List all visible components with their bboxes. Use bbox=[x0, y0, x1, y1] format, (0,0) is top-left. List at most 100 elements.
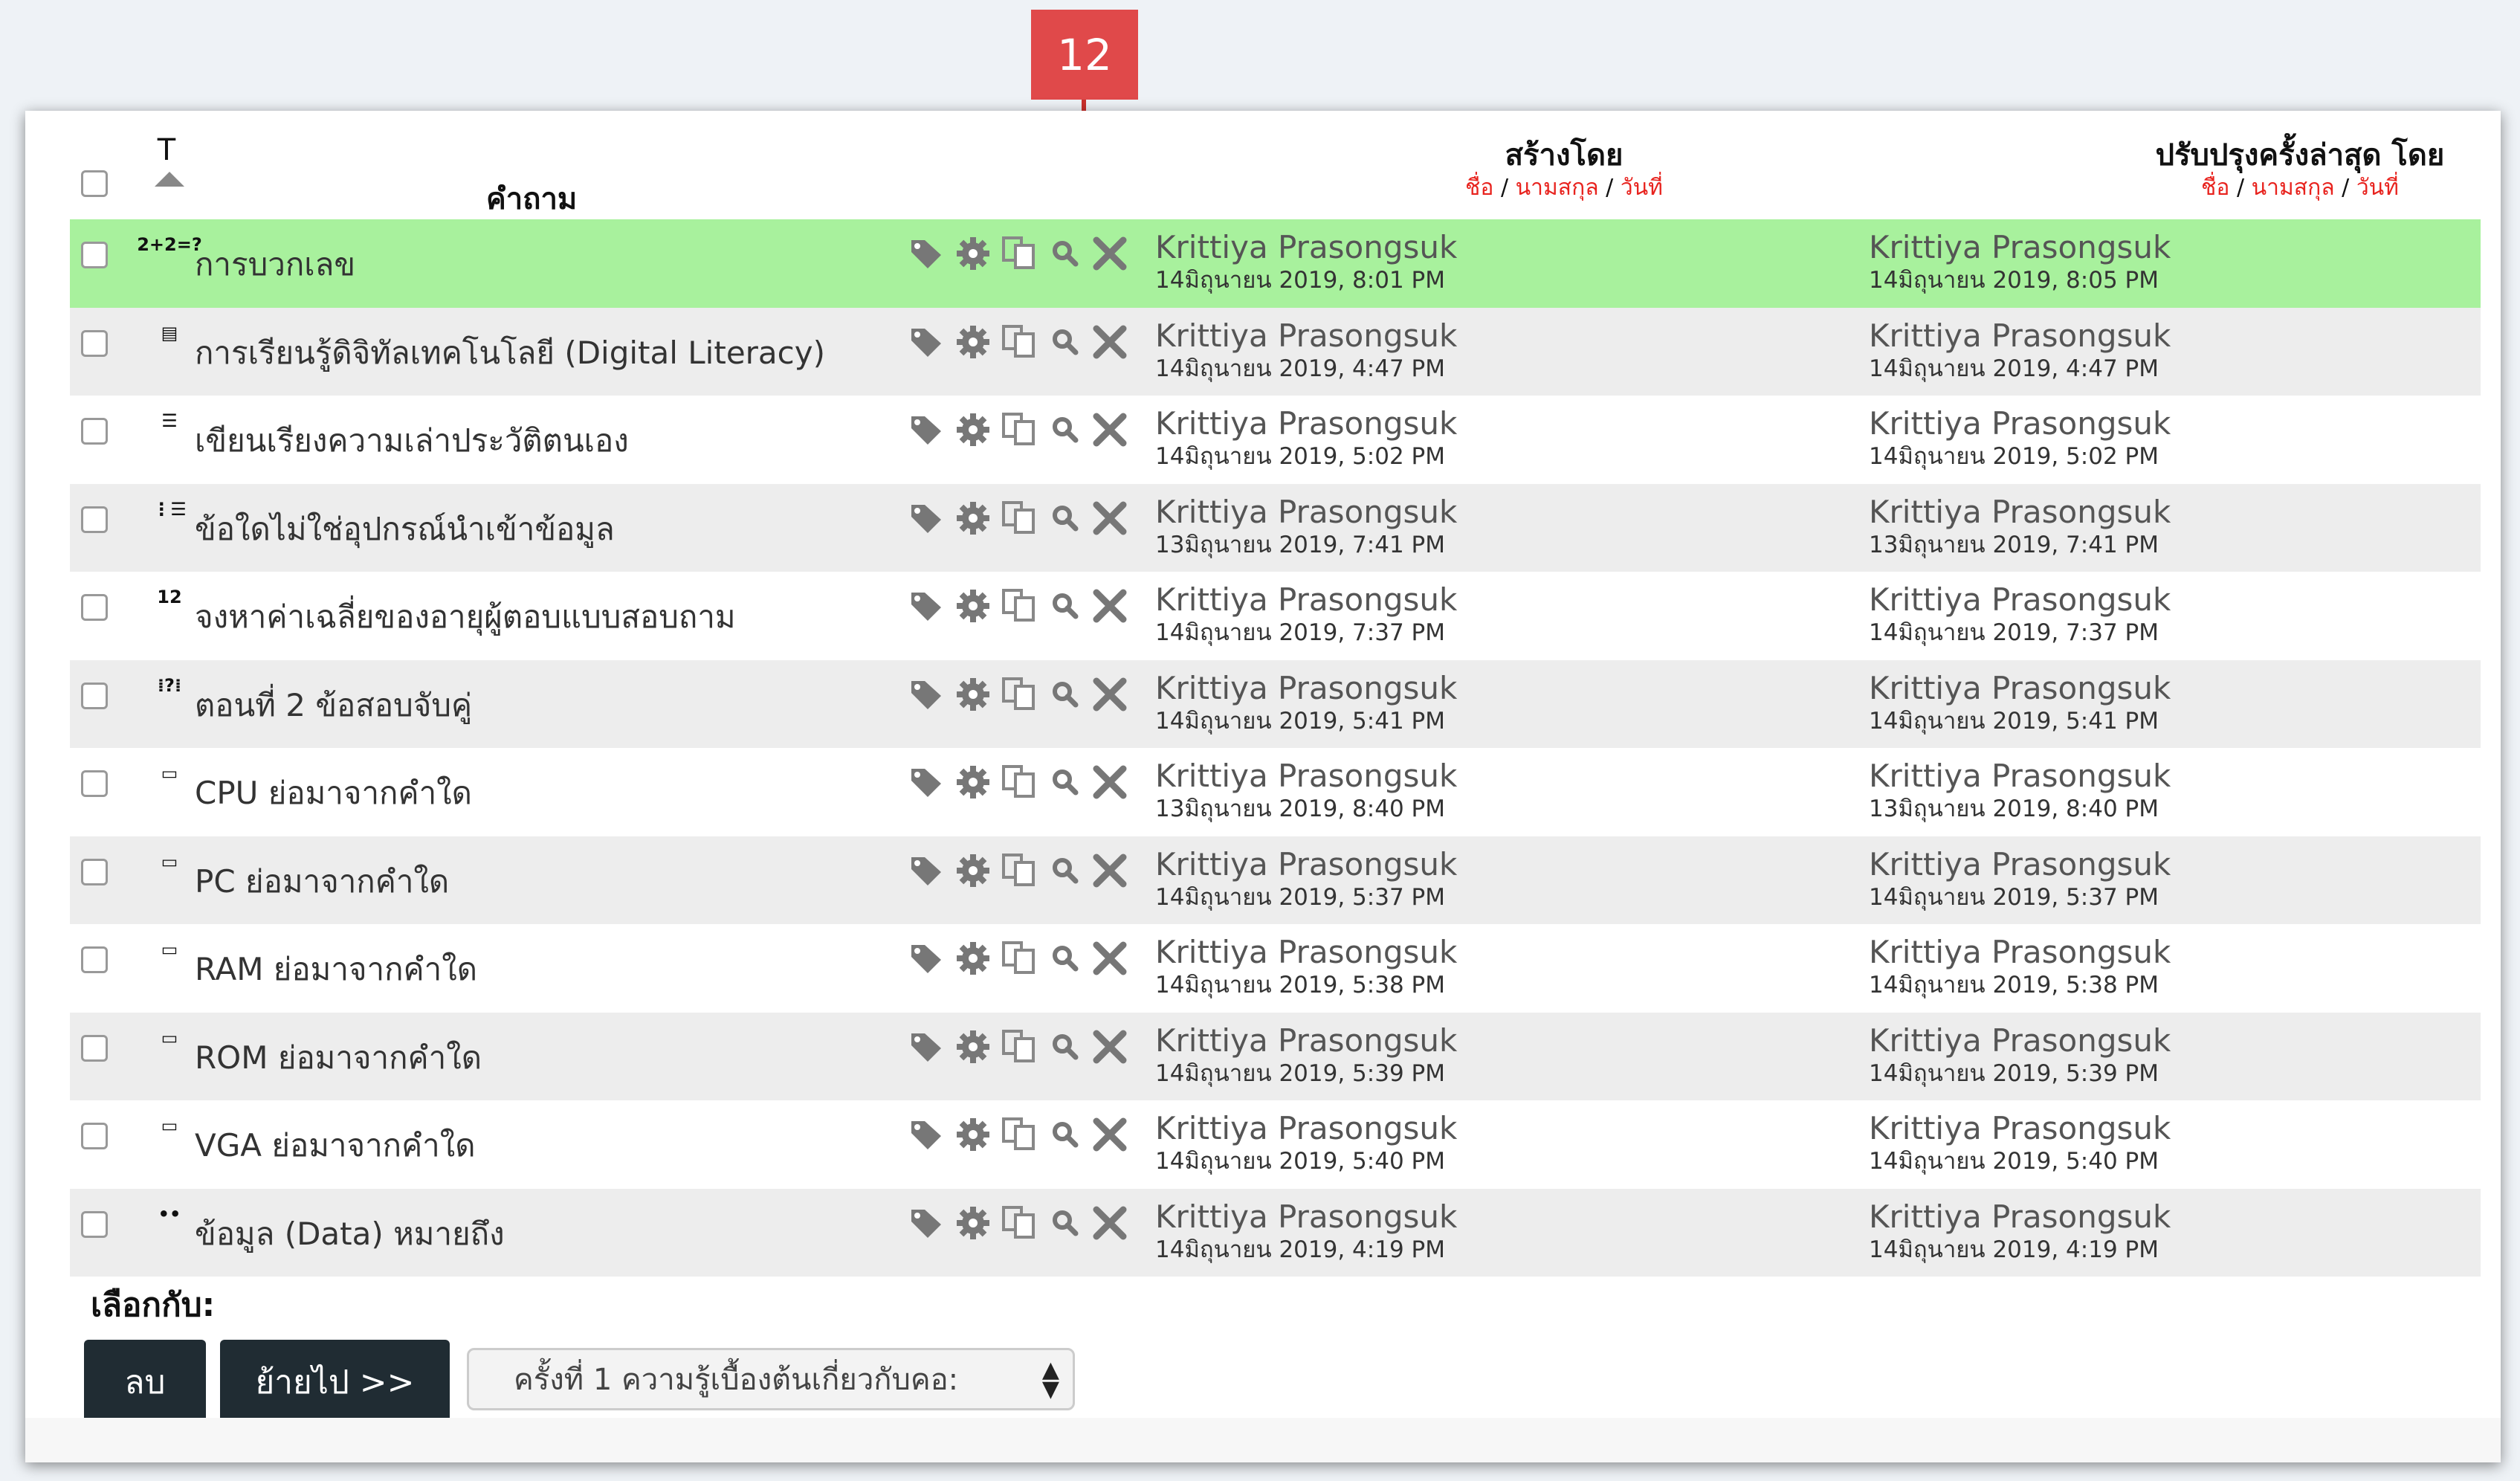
modifier-name[interactable]: Krittiya Prasongsuk bbox=[1869, 758, 2171, 794]
duplicate-icon[interactable] bbox=[998, 850, 1040, 891]
duplicate-icon[interactable] bbox=[998, 674, 1040, 715]
tag-icon[interactable] bbox=[906, 761, 948, 803]
gear-icon[interactable] bbox=[952, 409, 994, 451]
category-select[interactable]: ครั้งที่ 1 ความรู้เบื้องต้นเกี่ยวกับคอ: … bbox=[467, 1348, 1075, 1410]
sort-ascending-icon[interactable] bbox=[155, 172, 184, 187]
preview-magnifier-icon[interactable] bbox=[1044, 497, 1086, 539]
tag-icon[interactable] bbox=[906, 1202, 948, 1244]
question-checkbox[interactable] bbox=[81, 1034, 108, 1062]
gear-icon[interactable] bbox=[952, 850, 994, 891]
creator-name[interactable]: Krittiya Prasongsuk bbox=[1155, 935, 1457, 970]
tag-icon[interactable] bbox=[906, 938, 948, 979]
modifier-name[interactable]: Krittiya Prasongsuk bbox=[1869, 670, 2171, 706]
modifier-name[interactable]: Krittiya Prasongsuk bbox=[1869, 1111, 2171, 1146]
tag-icon[interactable] bbox=[906, 674, 948, 715]
duplicate-icon[interactable] bbox=[998, 1026, 1040, 1068]
duplicate-icon[interactable] bbox=[998, 1202, 1040, 1244]
delete-x-icon[interactable] bbox=[1089, 1202, 1131, 1244]
preview-magnifier-icon[interactable] bbox=[1044, 674, 1086, 715]
duplicate-icon[interactable] bbox=[998, 585, 1040, 627]
modifier-name[interactable]: Krittiya Prasongsuk bbox=[1869, 494, 2171, 530]
creator-name[interactable]: Krittiya Prasongsuk bbox=[1155, 846, 1457, 883]
creator-name[interactable]: Krittiya Prasongsuk bbox=[1155, 582, 1457, 618]
modifier-name[interactable]: Krittiya Prasongsuk bbox=[1869, 317, 2171, 354]
question-checkbox[interactable] bbox=[81, 506, 108, 533]
preview-magnifier-icon[interactable] bbox=[1044, 1202, 1086, 1244]
preview-magnifier-icon[interactable] bbox=[1044, 233, 1086, 274]
question-checkbox[interactable] bbox=[81, 946, 108, 973]
duplicate-icon[interactable] bbox=[998, 938, 1040, 979]
question-checkbox[interactable] bbox=[81, 858, 108, 885]
preview-magnifier-icon[interactable] bbox=[1044, 1114, 1086, 1155]
gear-icon[interactable] bbox=[952, 233, 994, 274]
sort-date-link[interactable]: วันที่ bbox=[2356, 175, 2399, 201]
duplicate-icon[interactable] bbox=[998, 761, 1040, 803]
delete-button[interactable]: ลบ bbox=[84, 1340, 206, 1424]
gear-icon[interactable] bbox=[952, 938, 994, 979]
tag-icon[interactable] bbox=[906, 1114, 948, 1155]
modifier-name[interactable]: Krittiya Prasongsuk bbox=[1869, 406, 2171, 442]
duplicate-icon[interactable] bbox=[998, 497, 1040, 539]
question-checkbox[interactable] bbox=[81, 770, 108, 797]
gear-icon[interactable] bbox=[952, 1026, 994, 1068]
gear-icon[interactable] bbox=[952, 321, 994, 363]
duplicate-icon[interactable] bbox=[998, 233, 1040, 274]
delete-x-icon[interactable] bbox=[1089, 850, 1131, 891]
creator-name[interactable]: Krittiya Prasongsuk bbox=[1155, 1198, 1457, 1235]
question-checkbox[interactable] bbox=[81, 329, 108, 357]
question-checkbox[interactable] bbox=[81, 1123, 108, 1149]
creator-name[interactable]: Krittiya Prasongsuk bbox=[1155, 406, 1457, 442]
preview-magnifier-icon[interactable] bbox=[1044, 321, 1086, 363]
question-checkbox[interactable] bbox=[81, 594, 108, 621]
gear-icon[interactable] bbox=[952, 585, 994, 627]
duplicate-icon[interactable] bbox=[998, 321, 1040, 363]
sort-firstname-link[interactable]: ชื่อ bbox=[2201, 175, 2229, 201]
sort-firstname-link[interactable]: ชื่อ bbox=[1465, 175, 1493, 201]
modifier-name[interactable]: Krittiya Prasongsuk bbox=[1869, 935, 2171, 970]
question-checkbox[interactable] bbox=[81, 242, 108, 268]
gear-icon[interactable] bbox=[952, 497, 994, 539]
delete-x-icon[interactable] bbox=[1089, 409, 1131, 451]
creator-name[interactable]: Krittiya Prasongsuk bbox=[1155, 670, 1457, 706]
question-checkbox[interactable] bbox=[81, 1210, 108, 1238]
modifier-name[interactable]: Krittiya Prasongsuk bbox=[1869, 230, 2171, 265]
preview-magnifier-icon[interactable] bbox=[1044, 761, 1086, 803]
tag-icon[interactable] bbox=[906, 585, 948, 627]
select-all-checkbox[interactable] bbox=[81, 170, 108, 197]
question-checkbox[interactable] bbox=[81, 418, 108, 445]
delete-x-icon[interactable] bbox=[1089, 1026, 1131, 1068]
tag-icon[interactable] bbox=[906, 321, 948, 363]
move-to-button[interactable]: ย้ายไป >> bbox=[220, 1340, 450, 1424]
gear-icon[interactable] bbox=[952, 1114, 994, 1155]
creator-name[interactable]: Krittiya Prasongsuk bbox=[1155, 494, 1457, 530]
preview-magnifier-icon[interactable] bbox=[1044, 1026, 1086, 1068]
preview-magnifier-icon[interactable] bbox=[1044, 409, 1086, 451]
creator-name[interactable]: Krittiya Prasongsuk bbox=[1155, 230, 1457, 265]
delete-x-icon[interactable] bbox=[1089, 585, 1131, 627]
delete-x-icon[interactable] bbox=[1089, 674, 1131, 715]
tag-icon[interactable] bbox=[906, 1026, 948, 1068]
duplicate-icon[interactable] bbox=[998, 409, 1040, 451]
sort-lastname-link[interactable]: นามสกุล bbox=[2252, 175, 2335, 201]
duplicate-icon[interactable] bbox=[998, 1114, 1040, 1155]
creator-name[interactable]: Krittiya Prasongsuk bbox=[1155, 1111, 1457, 1146]
delete-x-icon[interactable] bbox=[1089, 761, 1131, 803]
creator-name[interactable]: Krittiya Prasongsuk bbox=[1155, 758, 1457, 794]
tag-icon[interactable] bbox=[906, 850, 948, 891]
delete-x-icon[interactable] bbox=[1089, 321, 1131, 363]
creator-name[interactable]: Krittiya Prasongsuk bbox=[1155, 1022, 1457, 1059]
modifier-name[interactable]: Krittiya Prasongsuk bbox=[1869, 846, 2171, 883]
question-checkbox[interactable] bbox=[81, 682, 108, 709]
creator-name[interactable]: Krittiya Prasongsuk bbox=[1155, 317, 1457, 354]
tag-icon[interactable] bbox=[906, 409, 948, 451]
preview-magnifier-icon[interactable] bbox=[1044, 850, 1086, 891]
sort-lastname-link[interactable]: นามสกุล bbox=[1516, 175, 1599, 201]
preview-magnifier-icon[interactable] bbox=[1044, 938, 1086, 979]
preview-magnifier-icon[interactable] bbox=[1044, 585, 1086, 627]
modifier-name[interactable]: Krittiya Prasongsuk bbox=[1869, 1198, 2171, 1235]
gear-icon[interactable] bbox=[952, 761, 994, 803]
delete-x-icon[interactable] bbox=[1089, 1114, 1131, 1155]
delete-x-icon[interactable] bbox=[1089, 233, 1131, 274]
question-column-header[interactable]: คำถาม bbox=[486, 175, 577, 222]
delete-x-icon[interactable] bbox=[1089, 938, 1131, 979]
